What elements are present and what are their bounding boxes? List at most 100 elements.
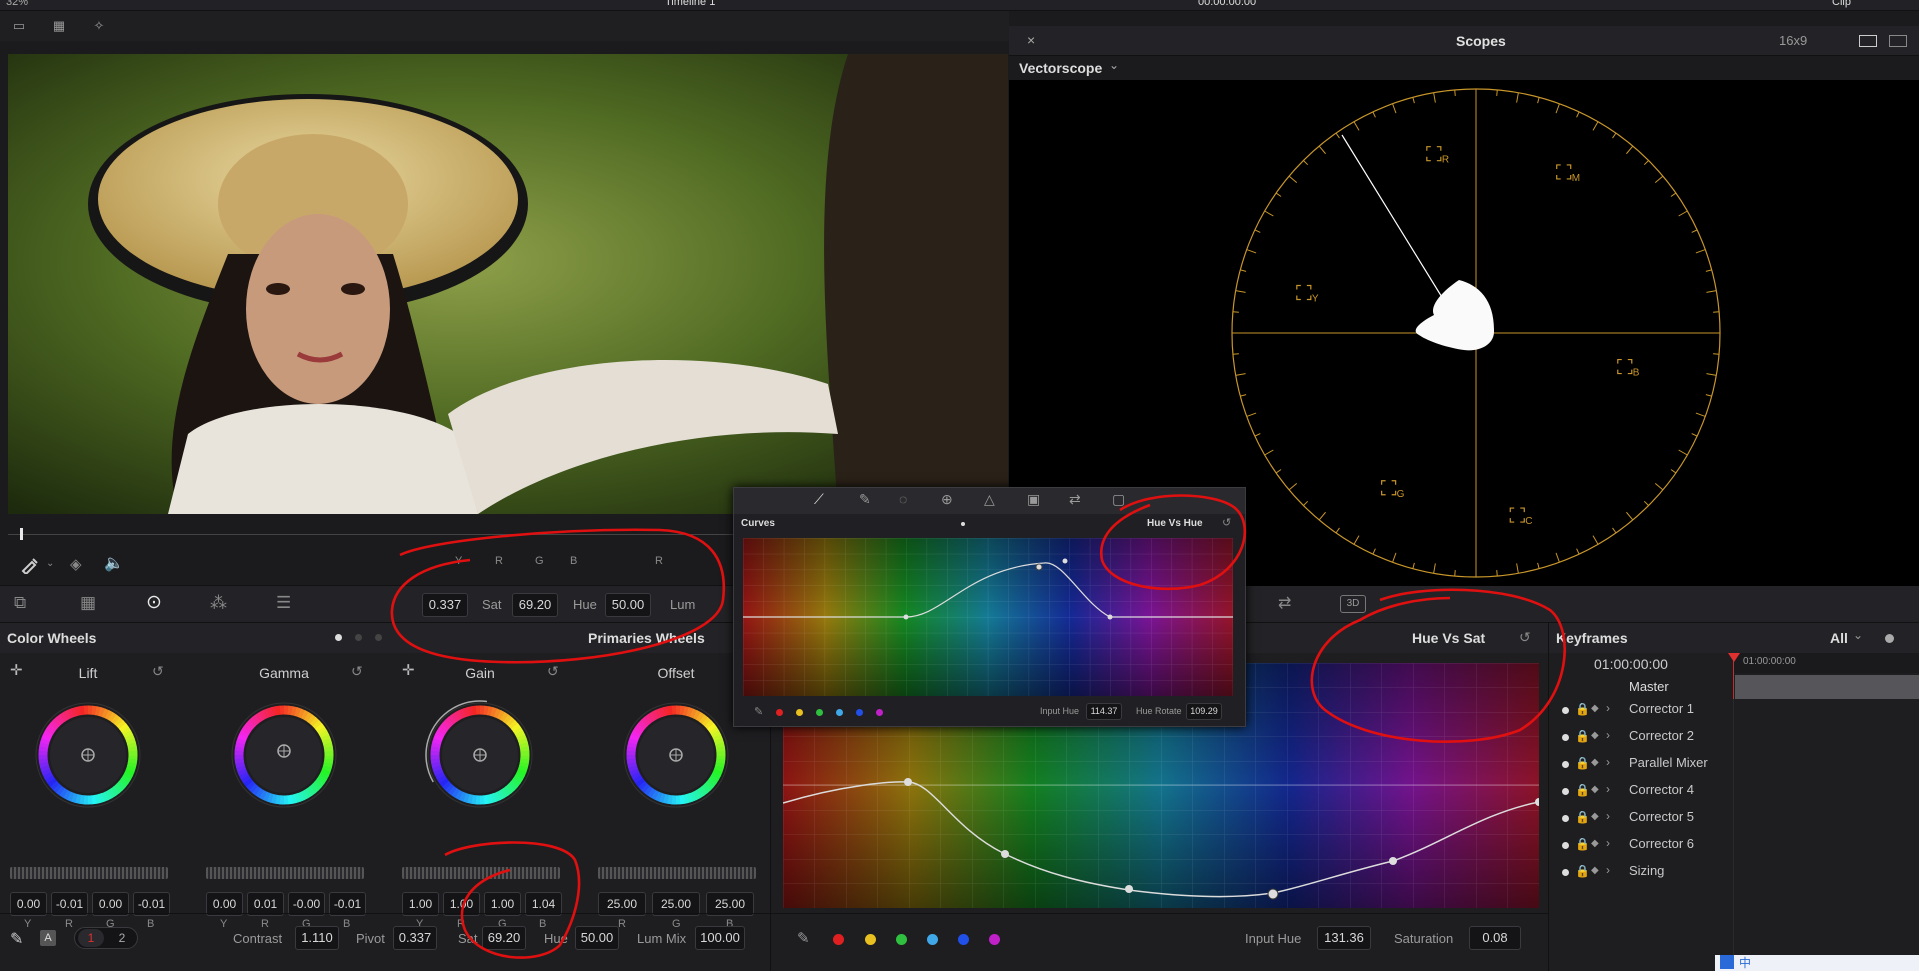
chevron-down-icon[interactable]: ⌄ [1853, 628, 1863, 642]
eyedropper-icon[interactable]: ✎ [754, 705, 763, 718]
reset-icon[interactable]: ↺ [351, 663, 363, 680]
cyan-swatch[interactable] [927, 934, 938, 945]
kf-track-row[interactable]: 🔒 ◆ › Corrector 2 [1549, 728, 1919, 755]
keyframe-icon[interactable]: ◆ [1591, 703, 1599, 714]
kf-ruler[interactable]: 01:00:00:00 [1733, 653, 1919, 673]
lift-master-slider[interactable] [10, 867, 168, 879]
window-icon[interactable]: ◌ [899, 491, 907, 507]
hue-field[interactable]: 50.00 [575, 926, 619, 950]
crosshair-icon[interactable]: ✛ [10, 661, 23, 679]
eyedropper-icon[interactable]: ✎ [10, 929, 23, 949]
input-hue-field[interactable]: 131.36 [1317, 926, 1371, 950]
aspect-dropdown[interactable]: 16x9 [1779, 33, 1807, 48]
auto-balance-button[interactable]: A [40, 930, 56, 946]
color-wheels-icon[interactable]: ⊙ [146, 591, 162, 614]
track-enable-dot[interactable] [1562, 788, 1569, 795]
master-track[interactable] [1735, 675, 1919, 699]
sat-field[interactable]: 69.20 [482, 926, 526, 950]
yellow-swatch[interactable] [796, 709, 803, 716]
gamma-wheel[interactable] [224, 695, 344, 815]
single-layout-icon[interactable] [1859, 35, 1877, 47]
ime-indicator[interactable]: 中 [1739, 954, 1751, 971]
3d-button[interactable]: 3D [1340, 595, 1366, 613]
scope-type-dropdown[interactable]: Vectorscope [1019, 60, 1102, 76]
lum-mix-field[interactable]: 100.00 [695, 926, 745, 950]
zoom-level[interactable]: 32% [6, 0, 28, 8]
lock-icon[interactable]: 🔒 [1575, 783, 1590, 797]
hue-vs-sat-dropdown[interactable]: Hue Vs Sat [1412, 630, 1485, 646]
sat-field-top[interactable]: 69.20 [512, 593, 558, 617]
kf-track-row[interactable]: 🔒 ◆ › Corrector 6 [1549, 836, 1919, 863]
red-swatch[interactable] [776, 709, 783, 716]
crosshair-icon[interactable]: ✛ [402, 661, 415, 679]
pivot-field[interactable]: 0.337 [393, 926, 437, 950]
eyedropper-icon[interactable]: ✎ [859, 491, 871, 508]
page-1-button[interactable]: 1 [78, 929, 104, 947]
sizing-icon[interactable]: ⇄ [1278, 593, 1291, 613]
red-swatch[interactable] [833, 934, 844, 945]
chevron-down-icon[interactable]: ⌄ [46, 558, 54, 569]
primaries-wheels-dropdown[interactable]: Primaries Wheels [588, 630, 705, 646]
popup-input-hue-field[interactable]: 114.37 [1086, 703, 1122, 720]
hue-field-top[interactable]: 50.00 [605, 593, 651, 617]
lift-wheel[interactable] [28, 695, 148, 815]
pivot-field-top[interactable]: 0.337 [422, 593, 468, 617]
saturation-field[interactable]: 0.08 [1469, 926, 1521, 950]
page-dot[interactable] [375, 634, 382, 641]
keyframe-icon[interactable]: ◆ [1591, 730, 1599, 741]
reset-icon[interactable]: ↺ [1222, 516, 1231, 529]
track-enable-dot[interactable] [1562, 761, 1569, 768]
green-swatch[interactable] [816, 709, 823, 716]
hdr-icon[interactable]: ⁂ [210, 593, 227, 613]
hue-vs-hue-dropdown[interactable]: Hue Vs Hue [1147, 518, 1203, 529]
eyedropper-icon[interactable] [20, 556, 40, 577]
timeline-name[interactable]: Timeline 1 [665, 0, 715, 8]
lock-icon[interactable]: 🔒 [1575, 729, 1590, 743]
keyframe-icon[interactable]: ◆ [1591, 865, 1599, 876]
chevron-right-icon[interactable]: › [1606, 782, 1610, 796]
reset-icon[interactable]: ↺ [152, 663, 164, 680]
gamma-master-slider[interactable] [206, 867, 364, 879]
magenta-swatch[interactable] [989, 934, 1000, 945]
close-icon[interactable]: × [1027, 32, 1035, 48]
blur-icon[interactable]: △ [984, 491, 995, 508]
chevron-right-icon[interactable]: › [1606, 755, 1610, 769]
viewer-image[interactable] [8, 54, 1008, 514]
rgb-mixer-icon[interactable]: ☰ [276, 593, 291, 613]
reset-icon[interactable]: ↺ [1519, 629, 1531, 646]
tracker-icon[interactable]: ⊕ [941, 491, 953, 508]
lock-icon[interactable]: 🔒 [1575, 702, 1590, 716]
chevron-right-icon[interactable]: › [1606, 701, 1610, 715]
camera-raw-icon[interactable]: ⧉ [14, 593, 26, 613]
speaker-icon[interactable]: 🔈 [104, 553, 124, 573]
clip-mode[interactable]: Clip [1832, 0, 1851, 8]
blue-swatch[interactable] [856, 709, 863, 716]
yellow-swatch[interactable] [865, 934, 876, 945]
color-match-icon[interactable]: ▦ [80, 593, 96, 613]
offset-wheel[interactable] [616, 695, 736, 815]
curve-icon[interactable]: ⟋ [814, 491, 824, 508]
playhead[interactable] [20, 528, 23, 540]
key-icon[interactable]: ▣ [1027, 491, 1040, 508]
gain-wheel[interactable] [420, 695, 540, 815]
track-enable-dot[interactable] [1562, 815, 1569, 822]
magic-wand-icon[interactable]: ✧ [88, 17, 110, 35]
keyframe-icon[interactable]: ◆ [1591, 838, 1599, 849]
green-swatch[interactable] [896, 934, 907, 945]
dual-layout-icon[interactable] [1889, 35, 1907, 47]
lock-icon[interactable]: 🔒 [1575, 756, 1590, 770]
gain-master-slider[interactable] [402, 867, 560, 879]
page-dot[interactable] [355, 634, 362, 641]
popup-hue-rotate-field[interactable]: 109.29 [1186, 703, 1222, 720]
keyframe-icon[interactable]: ◆ [1591, 811, 1599, 822]
chevron-right-icon[interactable]: › [1606, 863, 1610, 877]
sizing-icon[interactable]: ⇄ [1069, 491, 1081, 508]
track-enable-dot[interactable] [1562, 734, 1569, 741]
kf-track-row[interactable]: 🔒 ◆ › Corrector 5 [1549, 809, 1919, 836]
zoom-slider[interactable] [1885, 634, 1894, 643]
keyframe-icon[interactable]: ◆ [1591, 757, 1599, 768]
kf-track-row[interactable]: 🔒 ◆ › Sizing [1549, 863, 1919, 890]
chevron-down-icon[interactable]: ⌄ [1109, 58, 1119, 72]
keyframes-filter-dropdown[interactable]: All [1830, 630, 1848, 646]
eyedropper-icon[interactable]: ✎ [797, 929, 810, 947]
